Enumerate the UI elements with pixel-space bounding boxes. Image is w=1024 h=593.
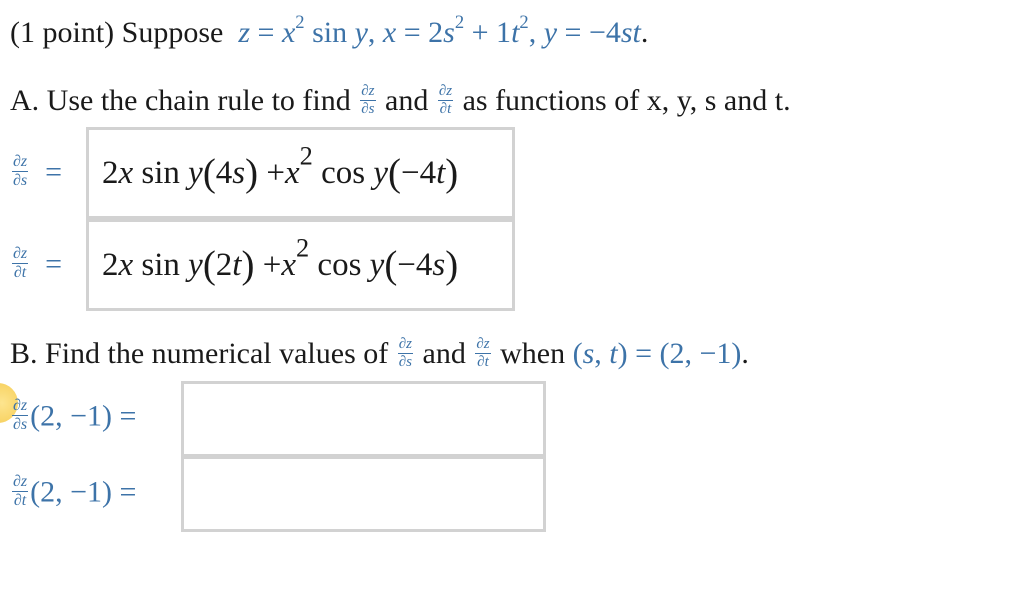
dz-ds-fraction: ∂z ∂s bbox=[360, 82, 376, 117]
points-label: (1 point) Suppose bbox=[10, 16, 224, 49]
evaluation-point: (s, t) = (2, −1) bbox=[572, 337, 742, 370]
dz-ds-label: ∂z ∂s = bbox=[12, 153, 63, 189]
dz-dt-fraction-b: ∂z ∂t bbox=[475, 335, 491, 370]
part-a-prompt: A. Use the chain rule to find ∂z ∂s and ∂… bbox=[10, 82, 791, 120]
part-b-when: when bbox=[500, 337, 566, 370]
dz-ds-fraction-b: ∂z ∂s bbox=[397, 335, 414, 370]
dz-ds-at-point-input[interactable] bbox=[181, 381, 546, 457]
part-b-prefix: B. Find the numerical values of bbox=[10, 337, 389, 370]
dz-ds-at-point-label: ∂z ∂s (2, −1) = bbox=[12, 397, 137, 433]
dz-dt-at-point-input[interactable] bbox=[181, 456, 546, 532]
dz-dt-at-point-label: ∂z ∂t (2, −1) = bbox=[12, 473, 137, 509]
dz-dt-answer: 2x sin y(2t) +x2 cos y(−4s) bbox=[102, 232, 459, 287]
dz-ds-answer-box[interactable]: 2x sin y(4s) +x2 cos y(−4t) bbox=[86, 127, 515, 219]
dz-dt-answer-box[interactable]: 2x sin y(2t) +x2 cos y(−4s) bbox=[86, 219, 515, 311]
dz-dt-fraction: ∂z ∂t bbox=[437, 82, 454, 117]
part-a-and: and bbox=[385, 84, 429, 117]
part-b-and: and bbox=[422, 337, 466, 370]
problem-statement: (1 point) Suppose z = x2 sin y, x = 2s2 … bbox=[10, 12, 649, 49]
part-a-suffix: as functions of x, y, s and t. bbox=[462, 84, 791, 117]
part-b-prompt: B. Find the numerical values of ∂z ∂s and… bbox=[10, 335, 749, 370]
dz-dt-label: ∂z ∂t = bbox=[12, 245, 63, 281]
part-a-prefix: A. Use the chain rule to find bbox=[10, 84, 351, 117]
given-equations: z = x2 sin y, x = 2s2 + 1t2, y = −4st bbox=[238, 12, 641, 49]
dz-ds-answer: 2x sin y(4s) +x2 cos y(−4t) bbox=[102, 140, 459, 195]
